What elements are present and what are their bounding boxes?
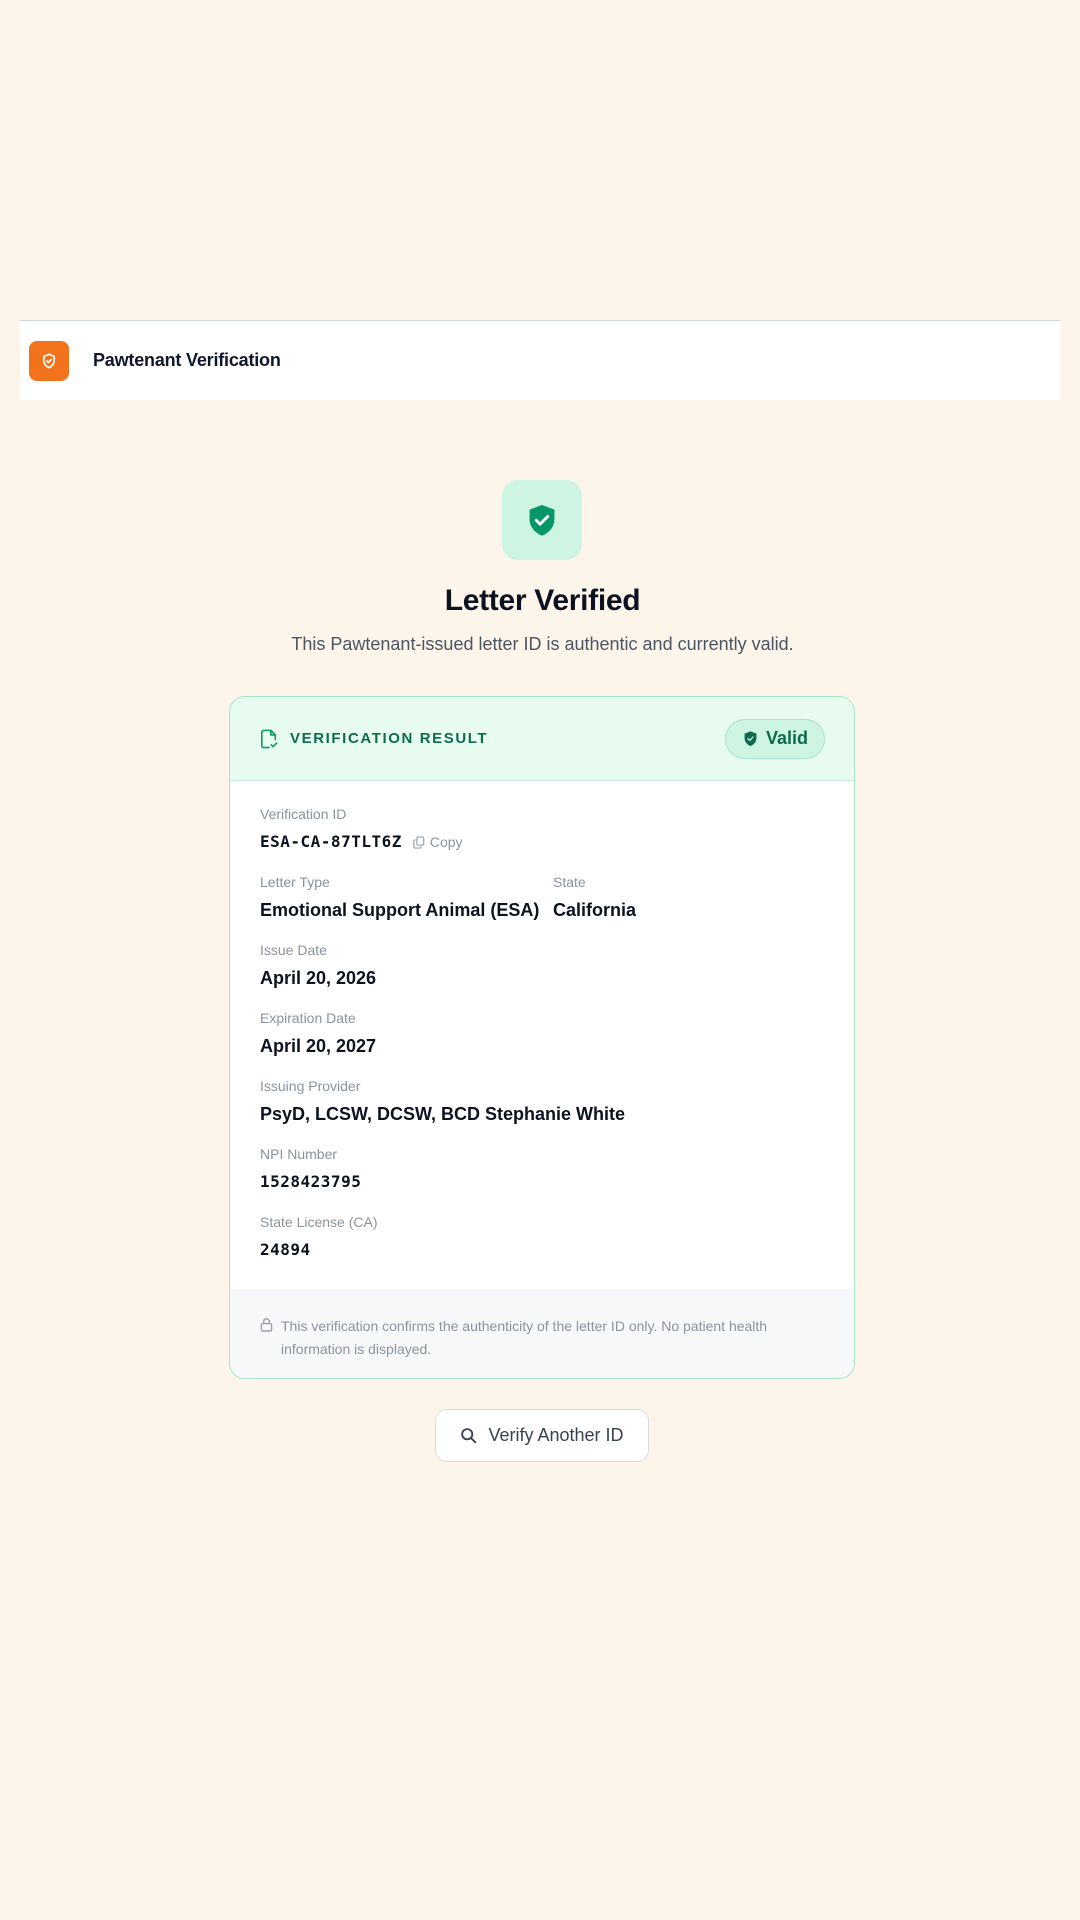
status-badge-label: Valid: [765, 728, 808, 748]
verify-another-button[interactable]: Verify Another ID: [435, 1409, 649, 1462]
card-header-title: VERIFICATION RESULT: [290, 730, 489, 747]
page-subtitle: This Pawtenant-issued letter ID is authe…: [291, 634, 794, 654]
header-bar: Pawtenant Verification: [20, 320, 1060, 400]
verified-badge: [502, 480, 582, 560]
card-header: VERIFICATION RESULT Valid: [230, 697, 854, 781]
field-label: Verification ID: [260, 806, 347, 822]
brand-logo[interactable]: [29, 340, 69, 381]
footer-note: This verification confirms the authentic…: [281, 1318, 768, 1357]
field-expiration-date: Expiration Date April 20, 2027: [260, 1009, 824, 1057]
document-check-icon: [260, 729, 278, 748]
field-letter-type: Letter Type Emotional Support Animal (ES…: [260, 873, 553, 921]
letter-type-value: Emotional Support Animal (ESA): [260, 900, 540, 920]
field-state-license: State License (CA) 24894: [260, 1213, 824, 1261]
app-title: Pawtenant Verification: [93, 350, 281, 370]
page-title: Letter Verified: [444, 584, 641, 617]
field-label: Expiration Date: [260, 1010, 356, 1026]
field-label: Issue Date: [260, 942, 327, 958]
lock-icon: [260, 1318, 273, 1332]
field-label: State License (CA): [260, 1214, 378, 1230]
copy-button[interactable]: Copy: [413, 834, 463, 850]
field-issuing-provider: Issuing Provider PsyD, LCSW, DCSW, BCD S…: [260, 1077, 824, 1125]
field-label: Letter Type: [260, 874, 330, 890]
field-issue-date: Issue Date April 20, 2026: [260, 941, 824, 989]
shield-check-icon: [42, 352, 56, 369]
shield-icon: [744, 731, 757, 746]
search-icon: [461, 1428, 477, 1444]
field-npi-number: NPI Number 1528423795: [260, 1145, 824, 1193]
field-label: NPI Number: [260, 1146, 338, 1162]
state-license-value: 24894: [260, 1240, 311, 1259]
page: Pawtenant Verification Letter Verified T…: [0, 0, 1080, 1920]
copy-label: Copy: [429, 834, 463, 850]
copy-icon: [413, 835, 425, 849]
card-body: Verification ID ESA-CA-87TLT6Z Copy Lett…: [230, 781, 854, 1261]
verification-id-value: ESA-CA-87TLT6Z: [260, 832, 402, 851]
field-label: State: [553, 874, 586, 890]
issuing-provider-value: PsyD, LCSW, DCSW, BCD Stephanie White: [260, 1104, 626, 1124]
state-value: California: [553, 900, 637, 920]
npi-number-value: 1528423795: [260, 1172, 362, 1191]
verification-card: VERIFICATION RESULT Valid Verification I…: [229, 696, 855, 1379]
field-state: State California: [553, 873, 636, 921]
shield-check-icon: [529, 504, 555, 536]
status-badge: Valid: [724, 718, 825, 759]
field-row-type-state: Letter Type Emotional Support Animal (ES…: [260, 873, 824, 921]
expiration-date-value: April 20, 2027: [260, 1036, 377, 1056]
field-verification-id: Verification ID ESA-CA-87TLT6Z Copy: [260, 805, 824, 853]
field-label: Issuing Provider: [260, 1078, 361, 1094]
verify-another-label: Verify Another ID: [488, 1425, 624, 1445]
card-footer: This verification confirms the authentic…: [230, 1290, 854, 1378]
issue-date-value: April 20, 2026: [260, 968, 377, 988]
